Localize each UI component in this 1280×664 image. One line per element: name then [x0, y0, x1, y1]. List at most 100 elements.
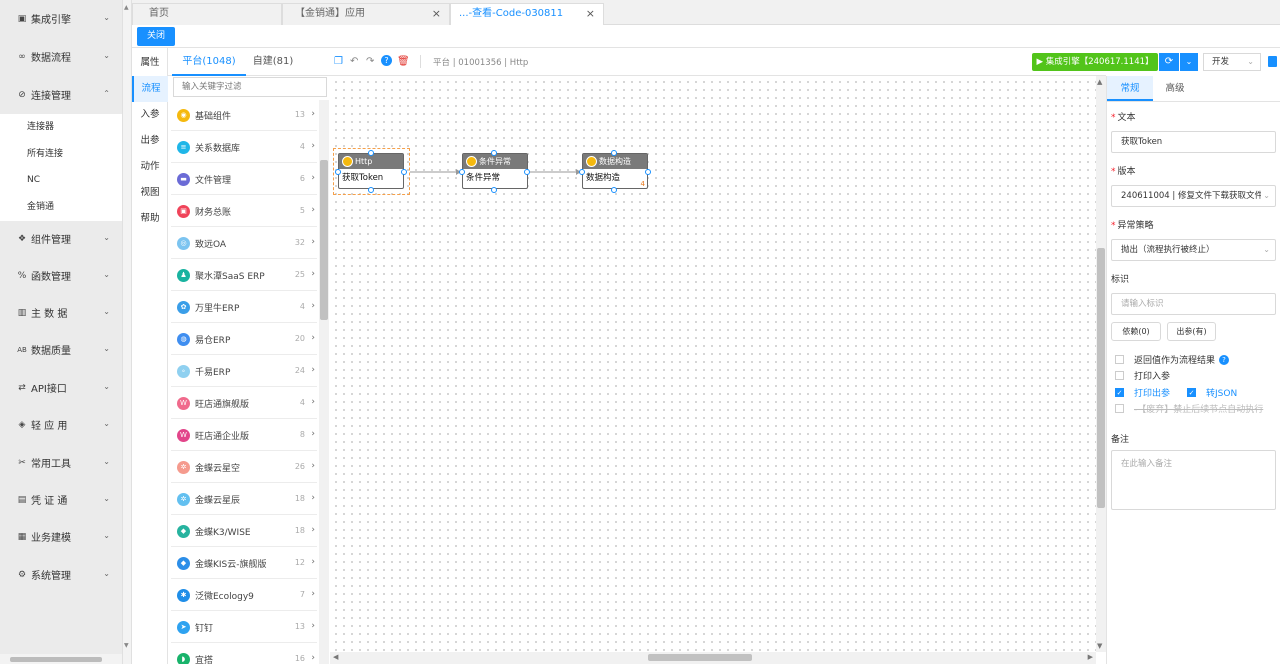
port-handle[interactable]	[368, 150, 374, 156]
tab-properties[interactable]: 属性	[132, 50, 168, 76]
port-handle[interactable]	[579, 169, 585, 175]
dependencies-button[interactable]: 依赖(0)	[1111, 322, 1161, 341]
tab-input-params[interactable]: 入参	[132, 102, 168, 128]
tab-view-code[interactable]: ...-查看-Code-030811 ×	[450, 3, 604, 26]
tree-scrollbar[interactable]	[319, 100, 329, 664]
print-output-checkbox[interactable]: ✓ 打印出参	[1115, 386, 1170, 399]
tree-row[interactable]: ◍ 易仓ERP 20 ›	[171, 324, 317, 355]
scroll-up-icon[interactable]: ▲	[124, 4, 129, 11]
close-icon[interactable]: ×	[432, 4, 441, 24]
sidebar-subitem-nc[interactable]: NC	[0, 167, 122, 194]
sidebar-item-data-flow[interactable]: ∞ 数据流程 ⌄	[0, 38, 122, 75]
tree-row[interactable]: ✲ 金蝶云星空 26 ›	[171, 452, 317, 483]
sidebar-vertical-scrollbar[interactable]: ▲ ▼	[122, 0, 132, 664]
canvas-vertical-scrollbar[interactable]: ▲ ▼	[1096, 76, 1106, 652]
environment-select[interactable]: 开发 ⌄	[1203, 53, 1261, 71]
sidebar-item-function-mgmt[interactable]: % 函数管理 ⌄	[0, 257, 122, 294]
tab-view[interactable]: 视图	[132, 180, 168, 206]
redo-icon[interactable]: ↷	[366, 56, 374, 67]
tree-row[interactable]: W 旺店通企业版 8 ›	[171, 420, 317, 451]
sidebar-item-data-quality[interactable]: AB 数据质量 ⌄	[0, 331, 122, 368]
print-input-checkbox[interactable]: 打印入参	[1115, 369, 1170, 382]
canvas-horizontal-scrollbar[interactable]: ◀ ▶	[330, 652, 1096, 664]
scrollbar-thumb[interactable]	[648, 654, 752, 661]
return-as-result-checkbox[interactable]: 返回值作为流程结果?	[1115, 353, 1230, 366]
sidebar-item-light-app[interactable]: ◈ 轻 应 用 ⌄	[0, 406, 122, 443]
port-handle[interactable]	[491, 187, 497, 193]
node-condition-error[interactable]: 条件异常 条件异常	[462, 153, 528, 189]
tab-platform[interactable]: 平台(1048)	[172, 48, 246, 76]
sidebar-item-api[interactable]: ⇄ API接口 ⌄	[0, 369, 122, 406]
flow-canvas[interactable]	[330, 76, 1096, 652]
help-icon[interactable]: ?	[381, 55, 392, 66]
chevron-down-icon[interactable]: ⌄	[1180, 53, 1198, 71]
disable-auto-exec-checkbox[interactable]: -【废弃】禁止后续节点自动执行	[1115, 402, 1263, 415]
tab-output-params[interactable]: 出参	[132, 128, 168, 154]
tree-row[interactable]: ≡ 关系数据库 4 ›	[171, 132, 317, 163]
tab-help[interactable]: 帮助	[132, 206, 168, 232]
tree-row[interactable]: ✱ 泛微Ecology9 7 ›	[171, 580, 317, 611]
tab-general[interactable]: 常规	[1107, 76, 1153, 101]
tree-row[interactable]: ♟ 聚水潭SaaS ERP 25 ›	[171, 260, 317, 291]
to-json-checkbox[interactable]: ✓ 转JSON	[1187, 386, 1237, 399]
help-icon[interactable]: ?	[1219, 354, 1230, 365]
sidebar-item-tools[interactable]: ✂ 常用工具 ⌄	[0, 444, 122, 481]
sidebar-item-business-modeling[interactable]: ▦ 业务建模 ⌄	[0, 518, 122, 555]
port-handle[interactable]	[524, 169, 530, 175]
remark-textarea[interactable]: 在此输入备注	[1111, 450, 1276, 510]
port-handle[interactable]	[368, 187, 374, 193]
sidebar-item-master-data[interactable]: ▥ 主 数 据 ⌄	[0, 294, 122, 331]
tree-row[interactable]: W 旺店通旗舰版 4 ›	[171, 388, 317, 419]
sidebar-subitem-connector[interactable]: 连接器	[0, 114, 122, 141]
tab-flow[interactable]: 流程	[132, 76, 168, 102]
scroll-left-icon[interactable]: ◀	[333, 653, 338, 661]
close-button[interactable]: 关闭	[137, 27, 175, 46]
delete-icon[interactable]: 🗑	[397, 56, 410, 67]
sidebar-item-voucher[interactable]: ▤ 凭 证 通 ⌄	[0, 481, 122, 518]
tab-home[interactable]: 首页	[132, 3, 282, 25]
tab-advanced[interactable]: 高级	[1153, 76, 1197, 101]
tree-row[interactable]: ◎ 致远OA 32 ›	[171, 228, 317, 259]
output-params-button[interactable]: 出参(有)	[1167, 322, 1216, 341]
tree-row[interactable]: ✿ 万里牛ERP 4 ›	[171, 292, 317, 323]
sidebar-item-component-mgmt[interactable]: ❖ 组件管理 ⌄	[0, 220, 122, 257]
tree-row[interactable]: ▬ 文件管理 6 ›	[171, 164, 317, 195]
tree-row[interactable]: ➤ 钉钉 13 ›	[171, 612, 317, 643]
tab-actions[interactable]: 动作	[132, 154, 168, 180]
scroll-right-icon[interactable]: ▶	[1088, 653, 1093, 661]
tree-row[interactable]: ▣ 财务总账 5 ›	[171, 196, 317, 227]
scroll-down-icon[interactable]: ▼	[1097, 642, 1102, 650]
sidebar-item-integration-engine[interactable]: ▣ 集成引擎 ⌄	[0, 0, 122, 37]
sidebar-item-connection-mgmt[interactable]: ⊘ 连接管理 ⌃	[0, 76, 122, 113]
tree-row[interactable]: ◆ 金蝶KIS云-旗舰版 12 ›	[171, 548, 317, 579]
tree-row[interactable]: ◉ 基础组件 13 ›	[171, 100, 317, 131]
tab-jinxiaotong-app[interactable]: 【金销通】应用 ×	[282, 3, 450, 25]
port-handle[interactable]	[645, 169, 651, 175]
scrollbar-thumb[interactable]	[320, 160, 328, 320]
text-field[interactable]: 获取Token	[1111, 131, 1276, 153]
tab-custom[interactable]: 自建(81)	[246, 48, 300, 76]
port-handle[interactable]	[335, 169, 341, 175]
scrollbar-thumb[interactable]	[1097, 248, 1105, 508]
sidebar-subitem-all-connections[interactable]: 所有连接	[0, 141, 122, 168]
port-handle[interactable]	[401, 169, 407, 175]
node-http[interactable]: Http 获取Token	[338, 153, 404, 189]
scroll-down-icon[interactable]: ▼	[124, 642, 129, 649]
clipboard-icon[interactable]	[1268, 56, 1277, 67]
tree-row[interactable]: ∘ 千易ERP 24 ›	[171, 356, 317, 387]
port-handle[interactable]	[491, 150, 497, 156]
identifier-input[interactable]: 请输入标识	[1111, 293, 1276, 315]
refresh-icon[interactable]: ⟳	[1159, 53, 1179, 71]
sidebar-horizontal-scrollbar[interactable]	[0, 654, 122, 664]
tree-row[interactable]: ✲ 金蝶云星辰 18 ›	[171, 484, 317, 515]
node-data-construct[interactable]: 数据构造 数据构造 4	[582, 153, 648, 189]
tree-row[interactable]: ◆ 金蝶K3/WISE 18 ›	[171, 516, 317, 547]
close-icon[interactable]: ×	[586, 4, 595, 24]
port-handle[interactable]	[611, 187, 617, 193]
port-handle[interactable]	[611, 150, 617, 156]
error-strategy-select[interactable]: 抛出（流程执行被终止） ⌄	[1111, 239, 1276, 261]
port-handle[interactable]	[459, 169, 465, 175]
version-select[interactable]: 240611004 | 修复文件下载获取文件 ⌄	[1111, 185, 1276, 207]
copy-icon[interactable]: ❐	[334, 56, 343, 67]
sidebar-subitem-jinxiaotong[interactable]: 金销通	[0, 194, 122, 221]
